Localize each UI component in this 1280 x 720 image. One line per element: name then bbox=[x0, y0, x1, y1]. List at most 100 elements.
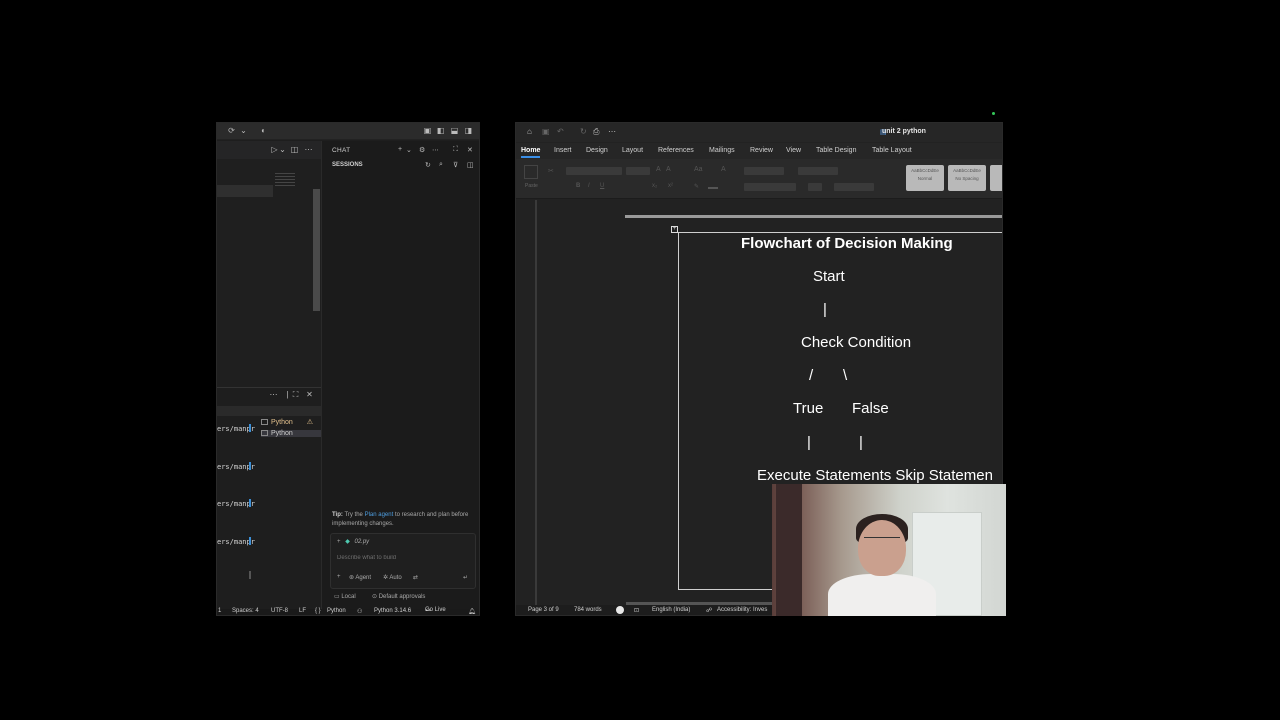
alignment-buttons[interactable] bbox=[744, 183, 796, 191]
bold-icon[interactable]: B bbox=[576, 183, 580, 189]
style-normal[interactable]: AaBbCcDdEe Normal bbox=[906, 165, 944, 191]
list-buttons[interactable] bbox=[744, 167, 784, 175]
search-icon[interactable]: ⌕ bbox=[439, 161, 443, 169]
word-count[interactable]: 784 words bbox=[574, 607, 602, 613]
tab-mailings[interactable]: Mailings bbox=[709, 147, 735, 154]
horizontal-rule bbox=[625, 215, 1002, 218]
tab-table-design[interactable]: Table Design bbox=[816, 147, 856, 154]
tab-view[interactable]: View bbox=[786, 147, 801, 154]
new-chat-icon[interactable]: + bbox=[398, 146, 402, 153]
paste-icon[interactable] bbox=[524, 165, 538, 179]
editor-scrollbar[interactable] bbox=[313, 189, 320, 311]
terminal-command-marker bbox=[249, 571, 251, 579]
indent-buttons[interactable] bbox=[798, 167, 838, 175]
save-icon[interactable]: ▣ bbox=[542, 127, 550, 136]
python-file-icon: ◆ bbox=[345, 539, 350, 545]
tab-design[interactable]: Design bbox=[586, 147, 608, 154]
style-no-spacing[interactable]: AaBbCcDdEe No Spacing bbox=[948, 165, 986, 191]
terminal-list-item[interactable]: Python ⚠ bbox=[261, 418, 313, 426]
accessibility-status[interactable]: Accessibility: Inves bbox=[717, 607, 767, 613]
toggle-panel-icon[interactable]: ⬓ bbox=[450, 126, 459, 135]
status-encoding[interactable]: UTF-8 bbox=[271, 608, 288, 614]
tab-layout[interactable]: Layout bbox=[622, 147, 643, 154]
filter-icon[interactable]: ⊽ bbox=[453, 161, 458, 169]
local-button[interactable]: ▭ Local bbox=[334, 593, 356, 600]
maximize-panel-icon[interactable]: ⛶ bbox=[291, 390, 300, 399]
tab-home[interactable]: Home bbox=[521, 147, 541, 158]
underline-icon[interactable]: U bbox=[600, 183, 604, 189]
more-icon[interactable]: ⋯ bbox=[304, 145, 313, 154]
font-name-dropdown[interactable] bbox=[566, 167, 622, 175]
model-picker-button[interactable]: ✲ Auto bbox=[383, 574, 402, 581]
more-icon[interactable]: ⋯ bbox=[608, 127, 616, 136]
cut-icon[interactable]: ✂ bbox=[548, 167, 554, 175]
status-language[interactable]: Python bbox=[327, 608, 346, 614]
send-icon[interactable]: ↵ bbox=[463, 574, 468, 581]
home-icon[interactable]: ⌂ bbox=[527, 127, 532, 136]
maximize-icon[interactable]: ⛶ bbox=[453, 146, 458, 154]
add-icon[interactable]: + bbox=[337, 574, 341, 580]
style-name: Normal bbox=[917, 176, 933, 181]
language-status[interactable]: English (India) bbox=[652, 607, 690, 613]
highlight-icon[interactable]: ✎ bbox=[694, 183, 699, 190]
terminal-list-item[interactable]: Python bbox=[261, 430, 321, 437]
clear-format-icon[interactable]: A bbox=[721, 166, 726, 173]
layout-icon[interactable]: ◫ bbox=[467, 161, 474, 169]
proofing-icon[interactable] bbox=[616, 606, 624, 614]
subscript-icon[interactable]: x₂ bbox=[652, 183, 657, 189]
superscript-icon[interactable]: x² bbox=[668, 183, 673, 189]
more-icon[interactable]: ⋯ bbox=[432, 146, 439, 154]
more-icon[interactable]: ⋯ bbox=[269, 390, 278, 399]
toggle-sidebar-icon[interactable]: ◧ bbox=[436, 126, 445, 135]
close-icon[interactable]: ✕ bbox=[467, 146, 473, 154]
style-heading[interactable] bbox=[990, 165, 1002, 191]
change-case-icon[interactable]: Aa bbox=[694, 166, 703, 173]
minimap[interactable] bbox=[275, 173, 295, 187]
approvals-button[interactable]: ⊙ Default approvals bbox=[372, 593, 425, 600]
toggle-secondary-sidebar-icon[interactable]: ◨ bbox=[464, 126, 473, 135]
tab-review[interactable]: Review bbox=[750, 147, 773, 154]
plan-agent-link[interactable]: Plan agent bbox=[365, 512, 394, 518]
close-icon[interactable]: ✕ bbox=[305, 390, 314, 399]
status-indentation[interactable]: Spaces: 4 bbox=[232, 608, 259, 614]
chevron-down-icon[interactable]: ⌄ bbox=[239, 126, 248, 135]
sync-icon[interactable]: ⟳ bbox=[227, 126, 236, 135]
gear-icon[interactable]: ⚙ bbox=[419, 146, 425, 154]
chat-tab[interactable]: CHAT bbox=[332, 147, 350, 154]
status-eol[interactable]: LF bbox=[299, 608, 306, 614]
tools-icon[interactable]: ⇄ bbox=[413, 574, 418, 581]
italic-icon[interactable]: I bbox=[588, 183, 590, 189]
context-file-chip[interactable]: + ◆ 02.py bbox=[337, 538, 369, 545]
font-size-dropdown[interactable] bbox=[626, 167, 650, 175]
table-move-handle[interactable]: + bbox=[671, 226, 678, 233]
vscode-statusbar: 1 Spaces: 4 UTF-8 LF { } Python ⚇ Python… bbox=[217, 607, 479, 615]
shrink-font-icon[interactable]: A bbox=[666, 166, 671, 173]
add-context-icon[interactable]: + bbox=[337, 539, 341, 545]
split-editor-icon[interactable]: ◫ bbox=[290, 145, 299, 154]
redo-icon[interactable]: ↻ bbox=[580, 127, 587, 136]
chevron-down-icon[interactable]: ⌄ bbox=[406, 146, 412, 154]
chevron-down-icon[interactable]: ⌄ bbox=[278, 145, 287, 154]
terminal-icon bbox=[261, 419, 268, 426]
tab-table-layout[interactable]: Table Layout bbox=[872, 147, 912, 154]
layout-icon[interactable]: ▣ bbox=[423, 126, 432, 135]
terminal-command-marker bbox=[249, 424, 251, 432]
page-count[interactable]: Page 3 of 9 bbox=[528, 607, 559, 613]
tab-references[interactable]: References bbox=[658, 147, 694, 154]
grow-font-icon[interactable]: A bbox=[656, 166, 661, 173]
tip-prefix: Tip: bbox=[332, 512, 343, 518]
undo-icon[interactable]: ↶ bbox=[557, 127, 564, 136]
line-spacing-button[interactable] bbox=[808, 183, 822, 191]
print-icon[interactable]: ⎙ bbox=[593, 127, 599, 137]
status-line[interactable]: 1 bbox=[218, 608, 221, 614]
copilot-icon[interactable]: ◐ bbox=[259, 126, 268, 135]
tab-insert[interactable]: Insert bbox=[554, 147, 572, 154]
shading-buttons[interactable] bbox=[834, 183, 874, 191]
chat-input[interactable] bbox=[337, 552, 469, 564]
bell-icon[interactable]: 🔔︎ bbox=[468, 608, 476, 615]
status-interpreter[interactable]: Python 3.14.6 bbox=[374, 608, 411, 614]
focus-icon[interactable]: ⊡ bbox=[634, 607, 639, 614]
font-color-icon[interactable] bbox=[708, 181, 718, 189]
refresh-icon[interactable]: ↻ bbox=[425, 161, 431, 169]
agent-mode-button[interactable]: ⊛ Agent bbox=[349, 574, 371, 581]
